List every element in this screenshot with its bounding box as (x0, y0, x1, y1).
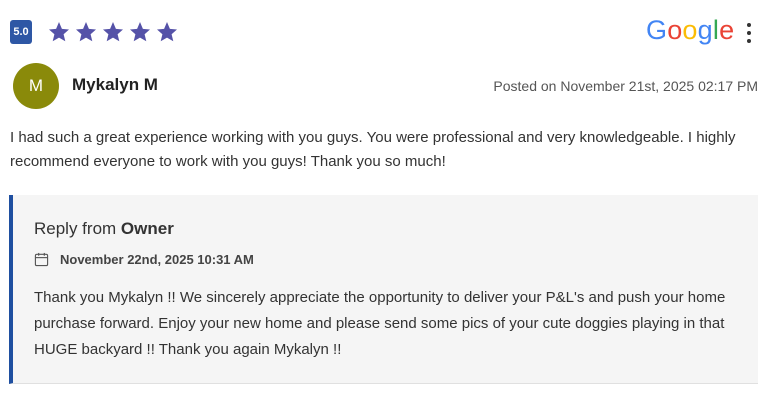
google-logo-letter: o (667, 15, 683, 45)
star-icon (101, 20, 125, 44)
reply-text: Thank you Mykalyn !! We sincerely apprec… (34, 289, 726, 358)
star-icon (128, 20, 152, 44)
rating-badge: 5.0 (10, 20, 32, 44)
star-icon (47, 20, 71, 44)
google-logo-letter: o (682, 15, 698, 45)
star-rating (47, 20, 179, 44)
google-logo-letter: G (646, 15, 668, 45)
reply-prefix: Reply from (34, 219, 121, 238)
reply-heading: Reply from Owner (34, 219, 174, 239)
review-card: 5.0 Google M Mykalyn M Posted on Novembe… (0, 0, 768, 401)
posted-date: Posted on November 21st, 2025 02:17 PM (493, 78, 758, 94)
reviewer-name: Mykalyn M (72, 75, 158, 94)
reply-date-row: November 22nd, 2025 10:31 AM (34, 252, 254, 267)
reply-date: November 22nd, 2025 10:31 AM (60, 252, 254, 267)
review-text: I had such a great experience working wi… (10, 129, 736, 170)
rating-row: 5.0 (10, 19, 179, 45)
avatar: M (13, 63, 59, 109)
google-logo: Google (646, 15, 734, 46)
reply-author: Owner (120, 219, 174, 238)
owner-reply: Reply from Owner November 22nd, 2025 10:… (9, 195, 758, 384)
calendar-icon (34, 252, 49, 267)
star-icon (74, 20, 98, 44)
google-logo-letter: e (719, 15, 735, 45)
star-icon (155, 20, 179, 44)
more-vertical-icon[interactable] (744, 23, 754, 43)
google-logo-letter: g (697, 15, 713, 45)
